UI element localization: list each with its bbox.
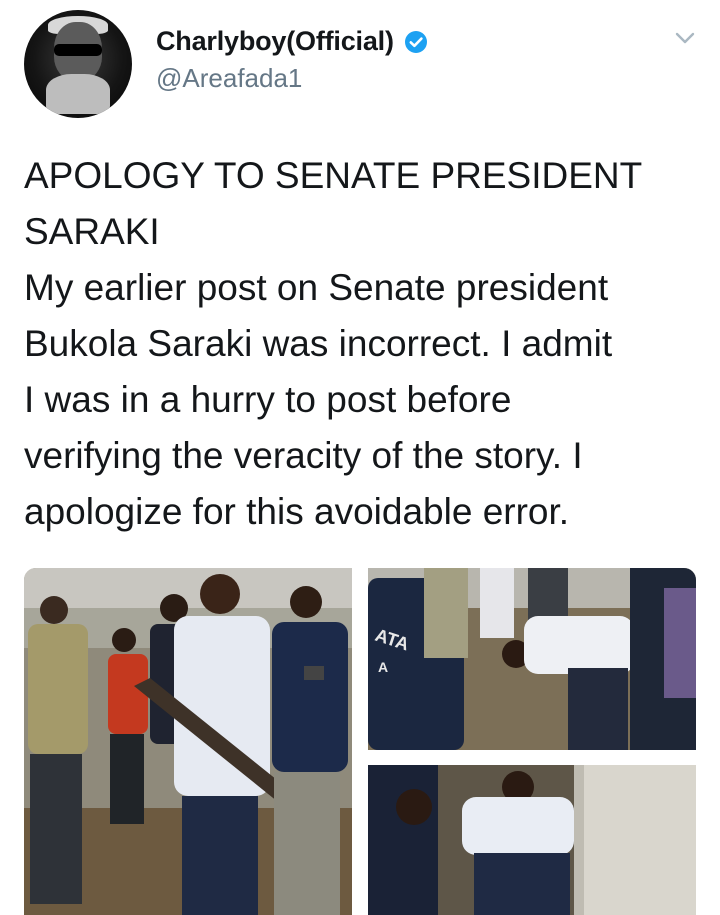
site-inspection-photo (24, 568, 352, 915)
tweet-media-grid: ATA A (24, 568, 696, 915)
author-info: Charlyboy(Official) @Areafada1 (156, 26, 428, 94)
tweet-line: I was in a hurry to post before (24, 379, 512, 420)
site-bending-photo: ATA A (368, 568, 696, 750)
tweet-line: APOLOGY TO SENATE PRESIDENT (24, 155, 643, 196)
tweet-photo-1[interactable] (24, 568, 352, 915)
tweet-line: verifying the veracity of the story. I (24, 435, 583, 476)
avatar-sunglasses (54, 44, 102, 56)
verified-badge-icon (405, 30, 428, 53)
shirt-text: A (378, 659, 388, 675)
tweet-line: SARAKI (24, 211, 160, 252)
avatar-hands (46, 74, 110, 114)
avatar[interactable] (24, 10, 132, 118)
display-name[interactable]: Charlyboy(Official) (156, 26, 394, 57)
tweet-text: APOLOGY TO SENATE PRESIDENT SARAKI My ea… (24, 148, 704, 540)
site-crouching-photo (368, 765, 696, 915)
tweet-line: My earlier post on Senate president (24, 267, 609, 308)
chevron-down-icon[interactable] (674, 30, 696, 46)
tweet-line: apologize for this avoidable error. (24, 491, 570, 532)
tweet-photo-3[interactable] (368, 765, 696, 915)
tweet-header: Charlyboy(Official) @Areafada1 (0, 0, 720, 130)
tweet-photo-2[interactable]: ATA A (368, 568, 696, 750)
user-handle[interactable]: @Areafada1 (156, 63, 428, 94)
tweet-line: Bukola Saraki was incorrect. I admit (24, 323, 613, 364)
